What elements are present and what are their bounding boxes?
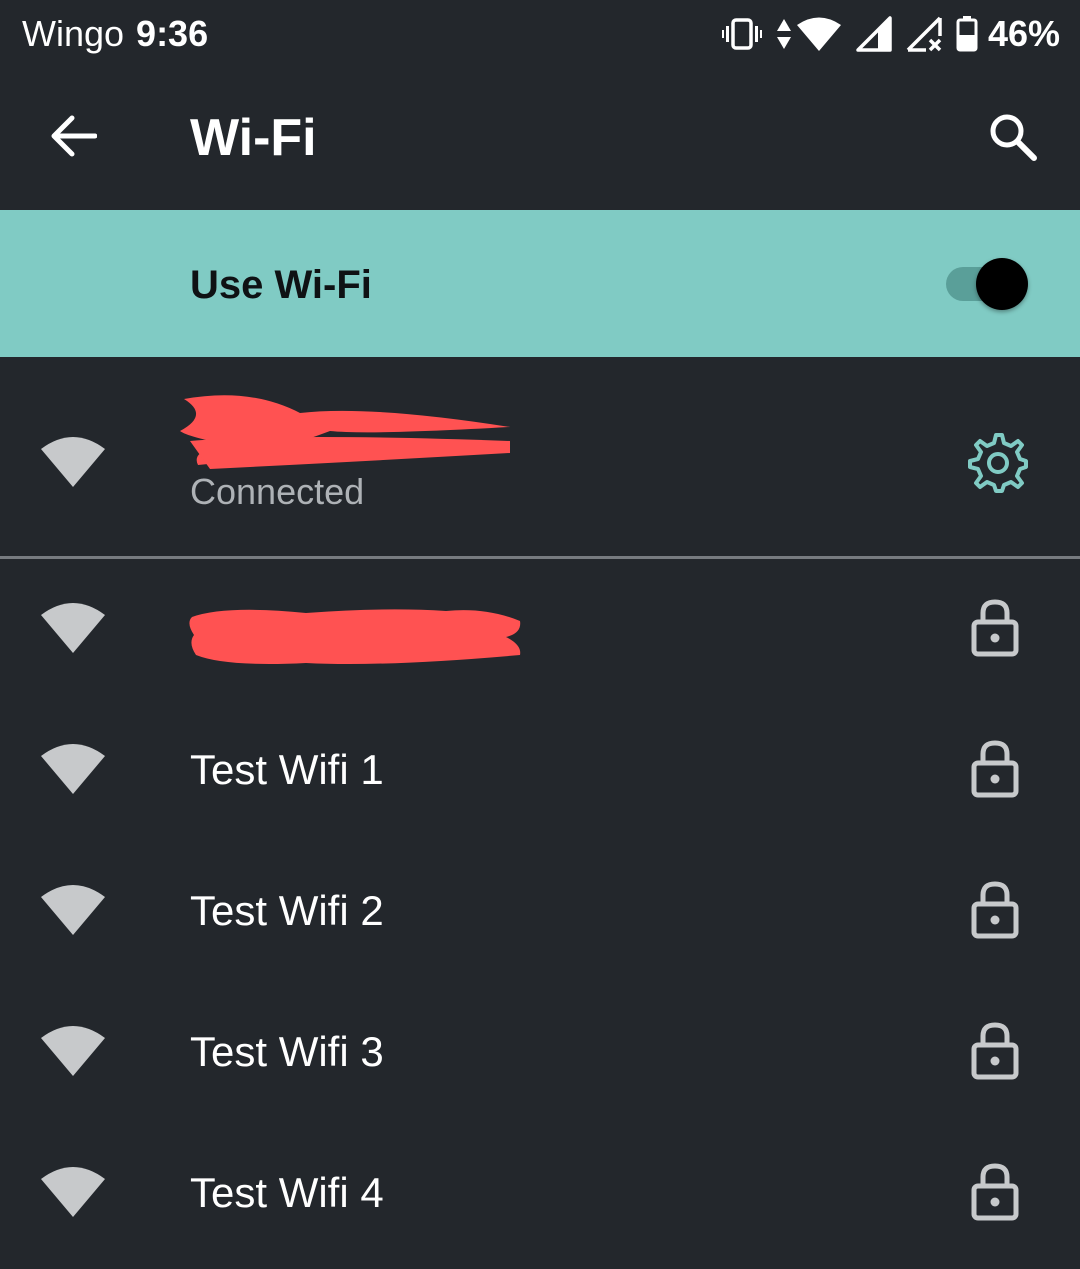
wifi-icon xyxy=(41,1167,105,1217)
lock-icon xyxy=(971,1163,1019,1221)
use-wifi-switch-bar[interactable]: Use Wi-Fi xyxy=(0,210,1080,357)
cell-signal-icon xyxy=(856,16,892,52)
network-row[interactable]: Test Wifi 1 xyxy=(0,700,1080,841)
status-icons: 46% xyxy=(721,12,1060,56)
connected-network-row[interactable]: Connected xyxy=(0,357,1080,557)
network-row[interactable]: Test Wifi 2 xyxy=(0,841,1080,982)
redacted-network-name xyxy=(189,609,521,664)
network-row[interactable]: Test Wifi 3 xyxy=(0,982,1080,1123)
data-arrows-icon xyxy=(776,19,791,49)
network-name: Test Wifi 1 xyxy=(190,746,384,793)
battery-percent: 46% xyxy=(987,13,1060,54)
vibrate-icon xyxy=(721,18,762,50)
status-left: Wingo 9:36 xyxy=(22,12,208,56)
search-button[interactable] xyxy=(982,106,1044,168)
arrow-back-icon xyxy=(51,115,97,157)
connection-status: Connected xyxy=(190,471,365,512)
network-row[interactable]: Test Wifi 4 xyxy=(0,1123,1080,1264)
network-row[interactable] xyxy=(0,559,1080,700)
carrier-name: Wingo xyxy=(22,13,125,54)
redacted-network-name xyxy=(180,395,510,469)
status-bar: Wingo 9:36 46% xyxy=(0,0,1080,70)
cell-signal-no-service-icon xyxy=(906,16,942,52)
wifi-icon xyxy=(41,603,105,653)
wifi-icon xyxy=(41,744,105,794)
wifi-icon xyxy=(41,885,105,935)
page-title: Wi-Fi xyxy=(190,109,317,167)
lock-icon xyxy=(971,740,1019,798)
lock-icon xyxy=(971,1022,1019,1080)
wifi-toggle[interactable] xyxy=(944,258,1034,310)
toggle-thumb xyxy=(976,258,1028,310)
network-name: Test Wifi 4 xyxy=(190,1169,384,1216)
clock: 9:36 xyxy=(136,13,209,54)
lock-icon xyxy=(971,881,1019,939)
back-button[interactable] xyxy=(44,106,104,166)
wifi-signal-icon xyxy=(796,17,841,51)
network-name: Test Wifi 2 xyxy=(190,887,384,934)
battery-icon xyxy=(956,16,978,52)
network-settings-button[interactable] xyxy=(964,429,1030,495)
gear-icon xyxy=(968,433,1028,493)
network-name: Test Wifi 3 xyxy=(190,1028,384,1075)
wifi-icon xyxy=(41,437,105,487)
app-bar: Wi-Fi xyxy=(0,70,1080,210)
search-icon xyxy=(990,114,1037,161)
use-wifi-label: Use Wi-Fi xyxy=(190,263,372,307)
wifi-icon xyxy=(41,1026,105,1076)
lock-icon xyxy=(971,599,1019,657)
